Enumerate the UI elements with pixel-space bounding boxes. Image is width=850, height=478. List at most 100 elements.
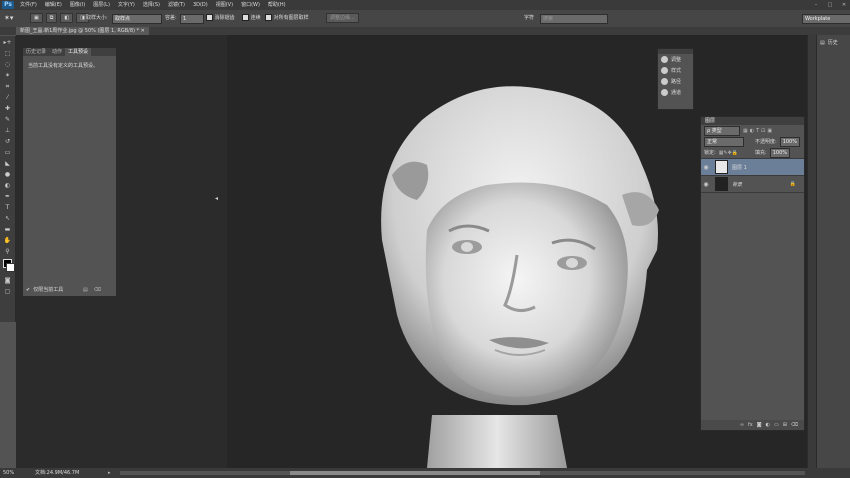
layer-style-icon[interactable]: fx [748, 420, 753, 430]
current-tool-only-label: 仅限当前工具 [33, 287, 64, 293]
fill-label: 填充: [755, 150, 767, 156]
history-panel-button[interactable]: ▤ 历史 [820, 39, 848, 47]
contiguous-checkbox[interactable]: 连续 [242, 14, 261, 22]
hand-tool-icon[interactable]: ✋ [2, 236, 13, 245]
antialias-checkbox[interactable]: 消除锯齿 [206, 14, 235, 22]
zoom-tool-icon[interactable]: ⚲ [2, 247, 13, 256]
lasso-tool-icon[interactable]: ◌ [2, 60, 13, 69]
document-tab[interactable]: 新图_王晶.新1周作业.jpg @ 50% (图层 1, RGB/8) * ✕ [16, 27, 149, 35]
layer-row[interactable]: ◉ 背景 🔒 [701, 176, 804, 193]
workspace-select[interactable]: Workplate [802, 14, 850, 24]
pen-tool-icon[interactable]: ✒ [2, 192, 13, 201]
dock-item-paths[interactable]: 路径 [658, 76, 693, 87]
eye-icon[interactable]: ◉ [701, 181, 711, 188]
menu-view[interactable]: 视图(V) [216, 0, 233, 10]
blend-mode-select[interactable]: 正常 [704, 136, 744, 147]
tab-tool-presets[interactable]: 工具预设 [65, 48, 92, 56]
sample-all-check-icon [265, 14, 272, 21]
document-tab-title: 新图_王晶.新1周作业.jpg @ 50% (图层 1, RGB/8) * [20, 28, 140, 34]
layer-mask-icon[interactable]: ◙ [757, 420, 762, 430]
adjustment-layer-icon[interactable]: ◐ [766, 420, 770, 430]
menu-select[interactable]: 选择(S) [143, 0, 160, 10]
horizontal-scrollbar[interactable] [120, 471, 805, 475]
new-preset-icon[interactable]: ▤ [83, 286, 88, 294]
healing-brush-tool-icon[interactable]: ✚ [2, 104, 13, 113]
adjustments-icon [661, 56, 668, 63]
delete-layer-icon[interactable]: ⌫ [791, 420, 798, 430]
layer-name[interactable]: 图层 1 [732, 164, 747, 171]
type-tool-icon[interactable]: T [2, 203, 13, 212]
document-info[interactable]: 文档:24.9M/46.7M [35, 468, 79, 478]
sample-all-checkbox[interactable]: 对所有图层取样 [265, 14, 309, 22]
maximize-icon[interactable]: □ [826, 1, 834, 9]
add-selection-icon[interactable]: ⧉ [45, 13, 58, 23]
history-panel-label: 历史 [827, 40, 838, 46]
link-layers-icon[interactable]: ∞ [740, 420, 744, 430]
zoom-level[interactable]: 50% [3, 468, 14, 478]
screen-mode-icon[interactable]: ▢ [2, 287, 13, 296]
minimize-icon[interactable]: – [812, 1, 820, 9]
delete-preset-icon[interactable]: ⌫ [94, 286, 101, 294]
menu-edit[interactable]: 编辑(E) [45, 0, 62, 10]
layer-row[interactable]: ◉ 图层 1 [701, 159, 804, 176]
tab-history[interactable]: 历史记录 [23, 48, 49, 56]
dodge-tool-icon[interactable]: ◐ [2, 181, 13, 190]
menu-layer[interactable]: 图层(L) [93, 0, 110, 10]
brush-tool-icon[interactable]: ✎ [2, 115, 13, 124]
new-layer-icon[interactable]: ⊞ [783, 420, 787, 430]
menu-filter[interactable]: 滤镜(T) [168, 0, 185, 10]
close-icon[interactable]: ✕ [840, 1, 848, 9]
lock-fill-row: 锁定: ▦✎✥🔒 填充: 100% [701, 147, 804, 159]
move-tool-icon[interactable]: ▸+ [2, 38, 13, 47]
dock-item-paths-label: 路径 [671, 79, 682, 85]
menu-3d[interactable]: 3D(D) [193, 0, 208, 10]
layer-kind-select[interactable]: ρ 类型 [704, 125, 740, 136]
dock-item-styles[interactable]: 样式 [658, 65, 693, 76]
history-brush-tool-icon[interactable]: ↺ [2, 137, 13, 146]
layer-name[interactable]: 背景 [732, 181, 790, 188]
menu-window[interactable]: 窗口(W) [241, 0, 260, 10]
panel-scrollbar[interactable] [808, 35, 816, 468]
menu-image[interactable]: 图像(I) [70, 0, 85, 10]
magic-wand-tool-icon[interactable]: ✶ [2, 71, 13, 80]
fill-input[interactable]: 100% [769, 147, 790, 158]
close-tab-icon[interactable]: ✕ [141, 28, 145, 34]
photoshop-logo: Ps [2, 1, 14, 9]
layer-filter-icons[interactable]: ▦◐T⊡▣ [743, 128, 774, 134]
tolerance-input[interactable]: 1 [180, 14, 204, 24]
quick-mask-icon[interactable]: ◙ [2, 276, 13, 285]
character-label: 字符 [524, 15, 535, 21]
collapsed-panel-strip: ▤ 历史 [816, 35, 850, 468]
background-color-swatch[interactable] [6, 263, 15, 272]
color-swatches[interactable] [2, 258, 15, 274]
dock-item-channels[interactable]: 通道 [658, 87, 693, 98]
eyedropper-tool-icon[interactable]: ⁄ [2, 93, 13, 102]
eye-icon[interactable]: ◉ [701, 164, 711, 171]
menu-help[interactable]: 帮助(H) [268, 0, 286, 10]
rectangle-tool-icon[interactable]: ▬ [2, 225, 13, 234]
eraser-tool-icon[interactable]: ▭ [2, 148, 13, 157]
dock-item-adjustments[interactable]: 调整 [658, 54, 693, 65]
tab-actions[interactable]: 动作 [49, 48, 65, 56]
refine-edge-button[interactable]: 调整边缘... [326, 13, 359, 23]
magic-wand-icon[interactable]: ✶▾ [4, 13, 20, 23]
path-selection-tool-icon[interactable]: ↖ [2, 214, 13, 223]
menu-type[interactable]: 文字(Y) [118, 0, 135, 10]
menu-file[interactable]: 文件(F) [20, 0, 37, 10]
blur-tool-icon[interactable]: ● [2, 170, 13, 179]
clone-stamp-tool-icon[interactable]: ⊥ [2, 126, 13, 135]
new-selection-icon[interactable]: ▣ [30, 13, 43, 23]
new-group-icon[interactable]: ▭ [774, 420, 779, 430]
status-arrow-icon[interactable]: ▸ [108, 468, 111, 478]
subtract-selection-icon[interactable]: ◧ [60, 13, 74, 23]
scrollbar-thumb[interactable] [290, 471, 540, 475]
opacity-input[interactable]: 100% [779, 136, 800, 147]
lock-icons[interactable]: ▦✎✥🔒 [719, 150, 738, 156]
paint-bucket-tool-icon[interactable]: ◣ [2, 159, 13, 168]
sample-size-select[interactable]: 取样点 [112, 14, 162, 24]
checkmark-icon: ✔ [26, 287, 31, 293]
marquee-tool-icon[interactable]: ⬚ [2, 49, 13, 58]
search-input[interactable]: 搜索 [540, 14, 608, 24]
crop-tool-icon[interactable]: ⌗ [2, 82, 13, 91]
current-tool-only-checkbox[interactable]: ✔ 仅限当前工具 [26, 286, 63, 294]
